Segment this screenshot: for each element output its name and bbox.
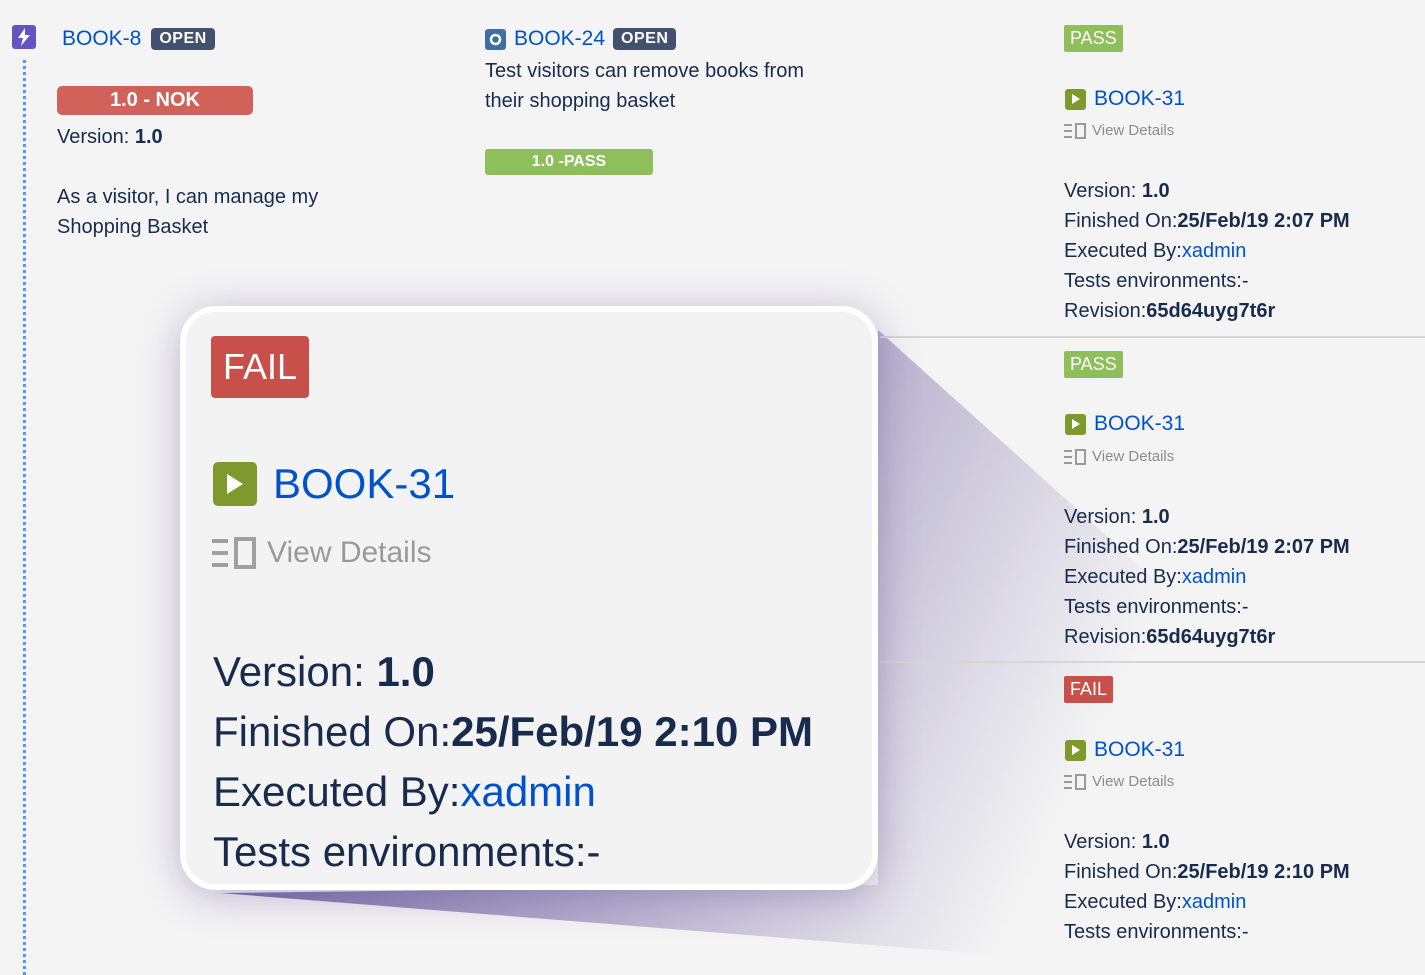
run-2-details: Version: 1.0 Finished On:25/Feb/19 2:07 … (1064, 506, 1350, 648)
details-icon (1064, 122, 1086, 139)
run-3-exec: BOOK-31 (1065, 738, 1185, 762)
requirement-status-lozenge: OPEN (151, 28, 215, 50)
zoom-exec-key-link[interactable]: BOOK-31 (273, 460, 455, 508)
executed-by-link[interactable]: xadmin (1182, 566, 1246, 588)
run-exec-key-link[interactable]: BOOK-31 (1094, 87, 1185, 111)
run-2-exec: BOOK-31 (1065, 412, 1185, 436)
zoom-exec: BOOK-31 (213, 460, 455, 508)
run-status-badge: FAIL (1064, 676, 1114, 703)
epic-icon (12, 25, 36, 49)
play-icon (1065, 413, 1086, 435)
zoom-status-badge: FAIL (211, 336, 310, 398)
run-exec-key-link[interactable]: BOOK-31 (1094, 738, 1185, 762)
test-key-link[interactable]: BOOK-24 (514, 27, 605, 51)
details-icon (1064, 773, 1086, 790)
run-2: PASS (1064, 351, 1123, 378)
test-summary: Test visitors can remove books from thei… (485, 60, 804, 112)
run-1: PASS (1064, 25, 1123, 52)
zoom-callout: FAIL BOOK-31 View Details Version: 1.0 F… (180, 306, 878, 890)
requirement-header: BOOK-8 OPEN (62, 27, 215, 51)
zoom-executed-by-link[interactable]: xadmin (460, 768, 595, 815)
run-divider (880, 661, 1425, 663)
test-status-lozenge: OPEN (613, 28, 677, 50)
executed-by-link[interactable]: xadmin (1182, 240, 1246, 262)
run-exec-key-link[interactable]: BOOK-31 (1094, 412, 1185, 436)
test-version-status-badge: 1.0 -PASS (485, 149, 653, 175)
requirement-version: Version: 1.0 (57, 126, 163, 148)
zoom-details: Version: 1.0 Finished On:25/Feb/19 2:10 … (213, 648, 813, 875)
test-header: BOOK-24 OPEN (485, 27, 677, 51)
requirement-summary: As a visitor, I can manage my Shopping B… (57, 186, 319, 238)
executed-by-link[interactable]: xadmin (1182, 891, 1246, 913)
requirement-version-status-badge: 1.0 - NOK (57, 86, 253, 115)
run-1-exec: BOOK-31 (1065, 87, 1185, 111)
run-status-badge: PASS (1064, 351, 1123, 378)
details-icon (1064, 448, 1086, 465)
timeline-line (23, 60, 26, 975)
run-2-view-details[interactable]: View Details (1064, 448, 1174, 465)
zoom-view-details[interactable]: View Details (211, 536, 432, 570)
run-3: FAIL (1064, 676, 1114, 703)
play-icon (213, 462, 257, 506)
run-3-view-details[interactable]: View Details (1064, 773, 1174, 790)
run-status-badge: PASS (1064, 25, 1123, 52)
run-divider (880, 336, 1425, 338)
run-1-view-details[interactable]: View Details (1064, 122, 1174, 139)
run-1-details: Version: 1.0 Finished On:25/Feb/19 2:07 … (1064, 180, 1350, 322)
requirement-key-link[interactable]: BOOK-8 (62, 27, 141, 51)
details-icon (212, 537, 256, 569)
play-icon (1065, 739, 1086, 761)
run-3-details: Version: 1.0 Finished On:25/Feb/19 2:10 … (1064, 831, 1350, 943)
play-icon (1065, 88, 1086, 110)
test-icon (485, 28, 506, 50)
